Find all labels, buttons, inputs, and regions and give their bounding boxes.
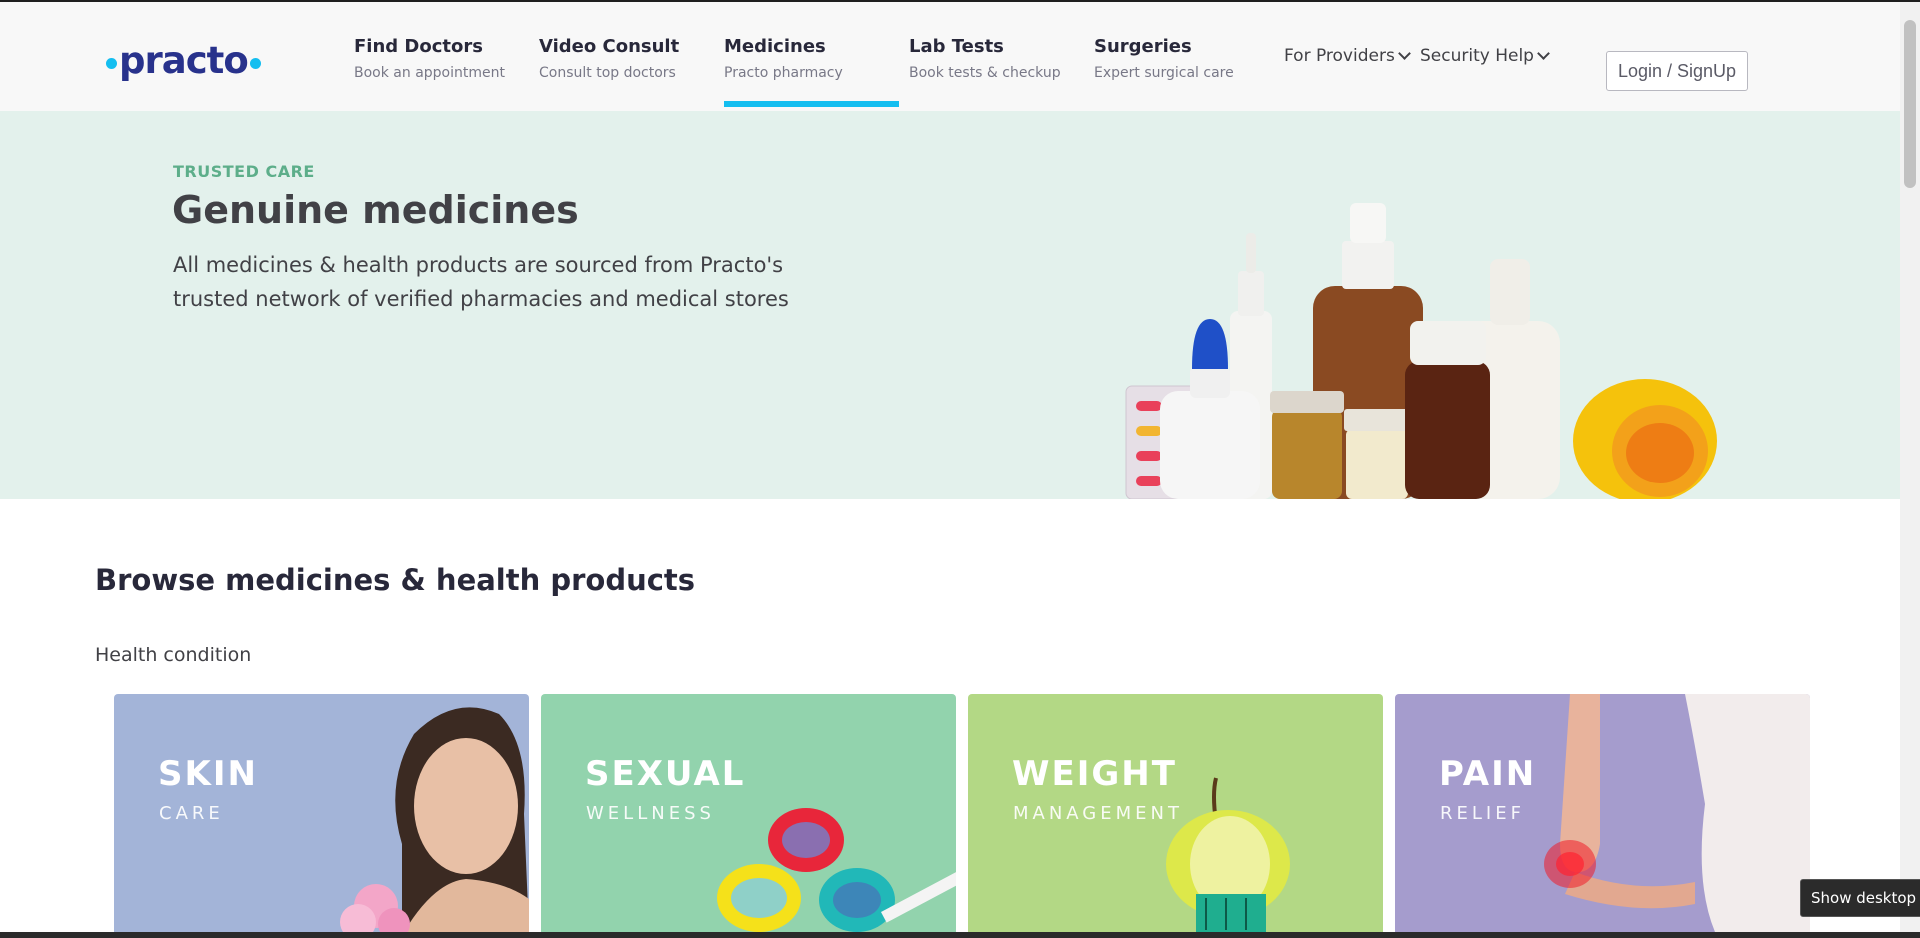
security-help-dropdown[interactable]: Security Help [1420, 46, 1550, 66]
logo-dot-right [249, 57, 261, 69]
page-scrollbar[interactable] [1900, 2, 1920, 932]
nav-subtitle: Book an appointment [354, 65, 505, 81]
active-tab-indicator [724, 101, 899, 107]
card-subtitle: RELIEF [1440, 803, 1525, 824]
dropdown-label: Security Help [1420, 46, 1534, 66]
chevron-down-icon [1397, 46, 1411, 60]
nav-find-doctors[interactable]: Find Doctors Book an appointment [354, 36, 505, 108]
card-title: WEIGHT [1012, 754, 1177, 794]
card-sexual-wellness[interactable]: SEXUAL WELLNESS [541, 694, 956, 932]
card-title: SKIN [158, 754, 258, 794]
nav-title: Video Consult [539, 36, 680, 57]
hero-description: All medicines & health products are sour… [173, 253, 789, 311]
card-subtitle: WELLNESS [586, 803, 715, 824]
nav-subtitle: Consult top doctors [539, 65, 676, 81]
scrollbar-thumb[interactable] [1904, 20, 1916, 188]
card-pain-relief[interactable]: PAIN RELIEF [1395, 694, 1810, 932]
card-weight-management[interactable]: WEIGHT MANAGEMENT [968, 694, 1383, 932]
nav-subtitle: Expert surgical care [1094, 65, 1234, 81]
hero-headline: Genuine medicines [172, 188, 579, 232]
dropdown-label: For Providers [1284, 46, 1395, 66]
nav-medicines[interactable]: Medicines Practo pharmacy [724, 36, 899, 108]
nav-surgeries[interactable]: Surgeries Expert surgical care [1094, 36, 1234, 108]
nav-video-consult[interactable]: Video Consult Consult top doctors [539, 36, 679, 108]
hero-kicker: TRUSTED CARE [173, 162, 315, 181]
show-desktop-tooltip: Show desktop [1800, 879, 1920, 917]
nav-subtitle: Practo pharmacy [724, 65, 843, 81]
card-subtitle: MANAGEMENT [1013, 803, 1183, 824]
health-condition-label: Health condition [95, 644, 252, 666]
card-title: SEXUAL [585, 754, 746, 794]
hero-banner: TRUSTED CARE Genuine medicines All medic… [0, 111, 1900, 499]
for-providers-dropdown[interactable]: For Providers [1284, 46, 1411, 66]
site-header: practo Find Doctors Book an appointment … [0, 2, 1900, 112]
chevron-down-icon [1537, 46, 1550, 60]
card-title: PAIN [1439, 754, 1537, 794]
logo-dot-left [106, 57, 117, 69]
card-subtitle: CARE [159, 803, 224, 824]
medicine-bottles-illustration [1125, 203, 1717, 499]
taskbar-edge [0, 932, 1920, 938]
nav-title: Surgeries [1094, 36, 1192, 57]
nav-lab-tests[interactable]: Lab Tests Book tests & checkup [909, 36, 1061, 108]
nav-title: Lab Tests [909, 36, 1004, 57]
logo-wordmark: practo [119, 38, 249, 82]
nav-title: Find Doctors [354, 36, 483, 57]
card-skin-care[interactable]: SKIN CARE [114, 694, 529, 932]
nav-title: Medicines [724, 36, 826, 57]
practo-logo[interactable]: practo [106, 38, 261, 88]
nav-subtitle: Book tests & checkup [909, 65, 1061, 81]
browse-section-title: Browse medicines & health products [95, 563, 696, 597]
login-signup-button[interactable]: Login / SignUp [1606, 51, 1748, 91]
